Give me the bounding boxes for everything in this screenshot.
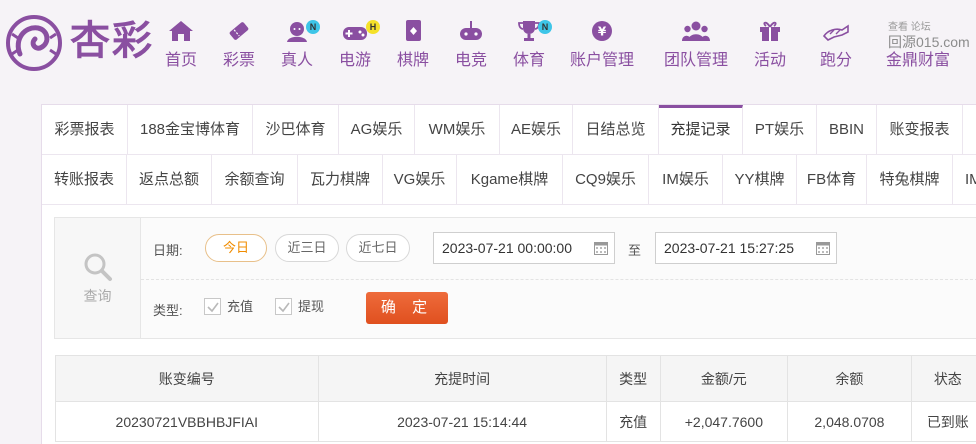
start-date-input[interactable]: 2023-07-21 00:00:00 — [433, 232, 615, 264]
cell-transaction-id: 20230721VBBHBJFIAI — [56, 402, 319, 442]
team-icon — [682, 20, 710, 42]
search-icon — [83, 252, 113, 282]
tab-deposit-withdraw-records[interactable]: 充提记录 — [659, 105, 743, 155]
nav-team[interactable]: 团队管理 — [658, 16, 734, 72]
logo-emblem-icon — [4, 14, 64, 72]
range-3days-button[interactable]: 近三日 — [275, 234, 339, 262]
date-label: 日期: — [153, 240, 183, 259]
tab-daily-summary[interactable]: 日结总览 — [573, 105, 659, 155]
esports-controller-icon — [457, 20, 485, 42]
col-type: 类型 — [606, 356, 660, 402]
nav-events[interactable]: 活动 — [748, 16, 792, 72]
tab-account-change-report[interactable]: 账变报表 — [877, 105, 963, 155]
tab-im-truncated[interactable]: IM — [953, 155, 976, 205]
checkmark-icon — [277, 300, 291, 314]
gamepad-icon — [341, 20, 369, 42]
tab-bbin[interactable]: BBIN — [817, 105, 877, 155]
svg-text:¥: ¥ — [598, 25, 607, 39]
tab-yy-cards[interactable]: YY棋牌 — [723, 155, 797, 205]
confirm-button[interactable]: 确 定 — [366, 292, 448, 324]
top-header: 杏彩 首页 彩票 N 真人 H — [0, 0, 976, 82]
col-status: 状态 — [911, 356, 976, 402]
lottery-ticket-icon — [225, 20, 253, 42]
tab-transfer-report[interactable]: 转账报表 — [42, 155, 127, 205]
end-date-input[interactable]: 2023-07-21 15:27:25 — [655, 232, 837, 264]
records-table: 账变编号 充提时间 类型 金额/元 余额 状态 20230721VBBHBJFI… — [55, 355, 976, 442]
tab-kgame-cards[interactable]: Kgame棋牌 — [457, 155, 563, 205]
home-icon — [167, 20, 195, 42]
cell-time: 2023-07-21 15:14:44 — [318, 402, 606, 442]
tab-rebate-total[interactable]: 返点总额 — [127, 155, 212, 205]
query-button[interactable]: 查询 — [55, 218, 141, 338]
nav-cards[interactable]: 棋牌 — [390, 16, 436, 72]
brand-name: 杏彩 — [70, 18, 154, 64]
tab-wali-cards[interactable]: 瓦力棋牌 — [298, 155, 383, 205]
cell-balance: 2,048.0708 — [788, 402, 911, 442]
cell-amount: +2,047.7600 — [660, 402, 788, 442]
running-icon — [814, 20, 858, 42]
nav-slots[interactable]: H 电游 — [332, 16, 378, 72]
brand-logo[interactable]: 杏彩 — [4, 12, 160, 74]
type-withdraw-checkbox[interactable]: 提现 — [275, 298, 335, 318]
col-amount: 金额/元 — [660, 356, 788, 402]
type-deposit-checkbox[interactable]: 充值 — [204, 298, 264, 318]
tab-balance-query[interactable]: 余额查询 — [212, 155, 298, 205]
filter-form: 查询 日期: 今日 近三日 近七日 2023-07-21 00:00:00 至 … — [54, 217, 976, 339]
col-time: 充提时间 — [318, 356, 606, 402]
tab-saba-sports[interactable]: 沙巴体育 — [253, 105, 339, 155]
hot-badge: H — [366, 20, 380, 34]
nav-lottery[interactable]: 彩票 — [216, 16, 262, 72]
col-balance: 余额 — [788, 356, 911, 402]
tab-vg[interactable]: VG娱乐 — [383, 155, 457, 205]
tab-ag[interactable]: AG娱乐 — [339, 105, 415, 155]
filter-divider — [141, 279, 976, 280]
type-label: 类型: — [153, 300, 183, 319]
range-today-button[interactable]: 今日 — [205, 234, 267, 262]
yen-coin-icon: ¥ — [588, 20, 616, 42]
range-7days-button[interactable]: 近七日 — [346, 234, 410, 262]
table-header-row: 账变编号 充提时间 类型 金额/元 余额 状态 — [56, 356, 976, 402]
cards-icon — [399, 20, 427, 42]
tab-ae[interactable]: AE娱乐 — [500, 105, 573, 155]
nav-esports[interactable]: 电竞 — [448, 16, 494, 72]
tab-pt[interactable]: PT娱乐 — [743, 105, 817, 155]
new-badge: N — [306, 20, 320, 34]
tab-188bet-sports[interactable]: 188金宝博体育 — [128, 105, 253, 155]
nav-account[interactable]: ¥ 账户管理 — [564, 16, 640, 72]
cell-type: 充值 — [606, 402, 660, 442]
status-badge: 已到账 — [911, 402, 976, 442]
nav-sports[interactable]: N 体育 — [506, 16, 552, 72]
report-panel: 彩票报表 188金宝博体育 沙巴体育 AG娱乐 WM娱乐 AE娱乐 日结总览 充… — [41, 104, 976, 444]
tab-cq9[interactable]: CQ9娱乐 — [563, 155, 649, 205]
new-badge: N — [538, 20, 552, 34]
nav-home[interactable]: 首页 — [158, 16, 204, 72]
col-transaction-id: 账变编号 — [56, 356, 319, 402]
report-tabs-row-2: 转账报表 返点总额 余额查询 瓦力棋牌 VG娱乐 Kgame棋牌 CQ9娱乐 I… — [42, 155, 976, 205]
tab-tetu-cards[interactable]: 特兔棋牌 — [867, 155, 953, 205]
tab-im[interactable]: IM娱乐 — [649, 155, 723, 205]
range-to-label: 至 — [628, 240, 641, 259]
site-watermark: 查看 论坛 回源015.com — [888, 18, 974, 58]
nav-running[interactable]: 跑分 — [810, 16, 862, 72]
calendar-icon — [594, 241, 608, 255]
table-row[interactable]: 20230721VBBHBJFIAI 2023-07-21 15:14:44 充… — [56, 402, 976, 442]
tab-fb-sports[interactable]: FB体育 — [797, 155, 867, 205]
checkmark-icon — [206, 300, 220, 314]
report-tabs-row-1: 彩票报表 188金宝博体育 沙巴体育 AG娱乐 WM娱乐 AE娱乐 日结总览 充… — [42, 105, 976, 155]
tab-lottery-report[interactable]: 彩票报表 — [42, 105, 128, 155]
tab-wm[interactable]: WM娱乐 — [415, 105, 500, 155]
calendar-icon — [816, 241, 830, 255]
gift-icon — [756, 20, 784, 42]
nav-live[interactable]: N 真人 — [274, 16, 320, 72]
